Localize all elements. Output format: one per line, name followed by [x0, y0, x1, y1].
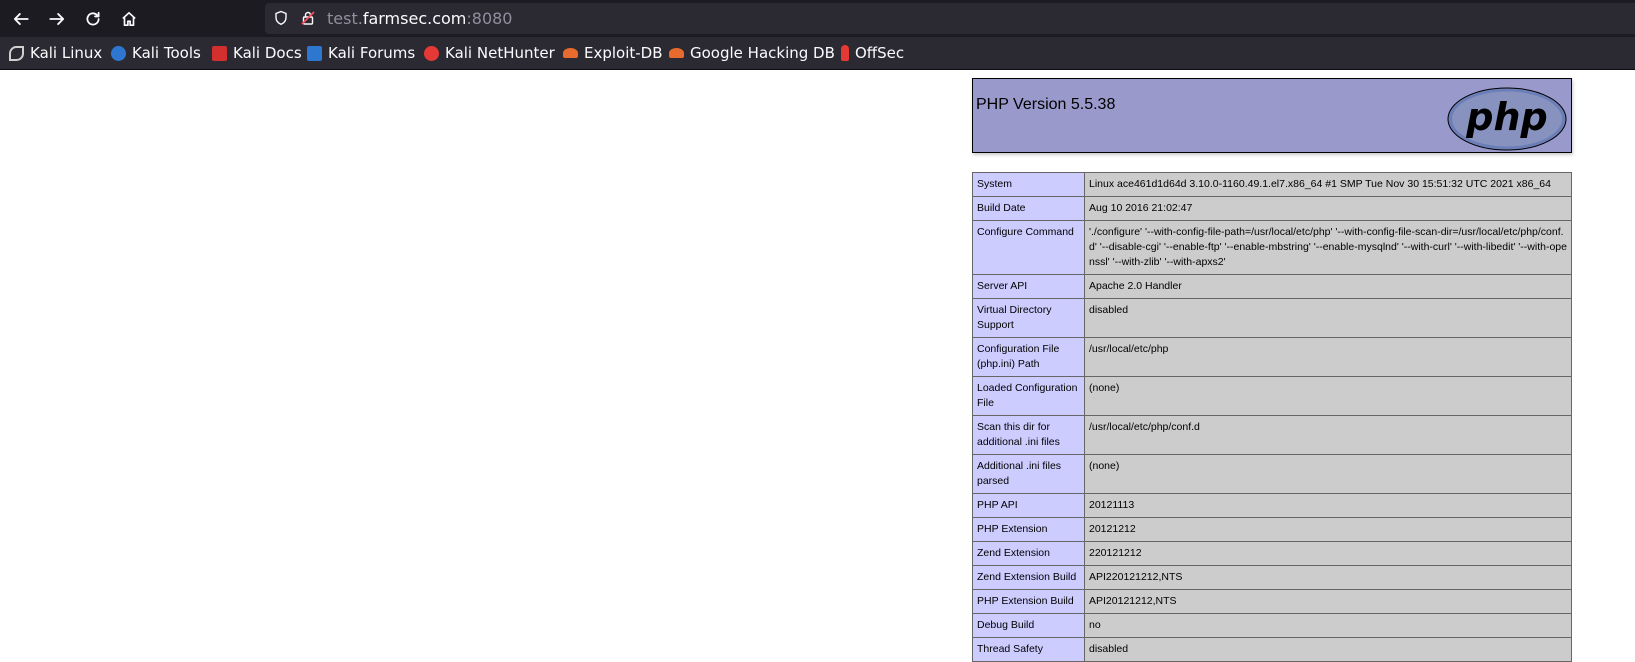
row-key: Loaded Configuration File — [972, 376, 1085, 416]
row-key: System — [972, 172, 1085, 197]
row-value: Aug 10 2016 21:02:47 — [1084, 196, 1572, 221]
bookmark-kali-tools[interactable]: Kali Tools — [111, 42, 201, 64]
row-value: './configure' '--with-config-file-path=/… — [1084, 220, 1572, 275]
row-value: Apache 2.0 Handler — [1084, 274, 1572, 299]
table-row: Loaded Configuration File (none) — [972, 376, 1572, 416]
row-value: no — [1084, 613, 1572, 638]
bookmarks-bar: Kali Linux Kali Tools Kali Docs Kali For… — [0, 37, 1635, 70]
url-host-prefix: test. — [327, 9, 363, 28]
exploit-db-icon — [563, 48, 578, 58]
table-row: System Linux ace461d1d64d 3.10.0-1160.49.… — [972, 172, 1572, 197]
row-value: disabled — [1084, 637, 1572, 662]
ghdb-icon — [669, 48, 684, 58]
insecure-lock-icon[interactable] — [300, 10, 316, 26]
url-host-domain: farmsec.com — [362, 9, 467, 28]
table-row: Scan this dir for additional .ini files /… — [972, 415, 1572, 455]
row-key: PHP API — [972, 493, 1085, 518]
php-logo-text: php — [1465, 95, 1547, 139]
row-key: PHP Extension Build — [972, 589, 1085, 614]
table-row: Configuration File (php.ini) Path/usr/lo… — [972, 337, 1572, 377]
table-row: Zend Extension 220121212 — [972, 541, 1572, 566]
bookmark-label: Exploit-DB — [584, 44, 663, 62]
table-row: Thread Safety disabled — [972, 637, 1572, 662]
bookmark-label: Google Hacking DB — [690, 44, 835, 62]
arrow-right-icon — [49, 13, 65, 25]
kali-tools-icon — [111, 45, 126, 61]
table-row: Configure Command './configure' '--with-c… — [972, 220, 1572, 275]
bookmark-offsec[interactable]: OffSec — [841, 42, 904, 64]
row-key: Zend Extension Build — [972, 565, 1085, 590]
home-button[interactable] — [116, 6, 142, 32]
bookmark-exploit-db[interactable]: Exploit-DB — [563, 42, 663, 64]
bookmark-kali-linux[interactable]: Kali Linux — [9, 42, 102, 64]
row-key: Thread Safety — [972, 637, 1085, 662]
row-value: disabled — [1084, 298, 1572, 338]
offsec-icon — [841, 45, 849, 61]
row-value: (none) — [1084, 376, 1572, 416]
url-bar[interactable]: test.farmsec.com:8080 — [265, 3, 1635, 34]
url-text[interactable]: test.farmsec.com:8080 — [327, 9, 512, 28]
row-key: Virtual Directory Support — [972, 298, 1085, 338]
row-key: Scan this dir for additional .ini files — [972, 415, 1085, 455]
row-value: API220121212,NTS — [1084, 565, 1572, 590]
browser-toolbar: test.farmsec.com:8080 — [0, 0, 1635, 37]
phpinfo-page: PHP Version 5.5.38 php System Linux ace46… — [972, 78, 1572, 662]
bookmark-google-hacking-db[interactable]: Google Hacking DB — [669, 42, 835, 64]
bookmark-label: Kali Forums — [328, 44, 416, 62]
row-value: 220121212 — [1084, 541, 1572, 566]
bookmark-label: OffSec — [855, 44, 905, 62]
bookmark-label: Kali NetHunter — [445, 44, 555, 62]
reload-button[interactable] — [80, 6, 106, 32]
row-key: Build Date — [972, 196, 1085, 221]
reload-icon — [86, 11, 100, 26]
kali-docs-icon — [212, 45, 227, 61]
back-button[interactable] — [8, 6, 34, 32]
row-value: Linux ace461d1d64d 3.10.0-1160.49.1.el7.… — [1084, 172, 1572, 197]
arrow-left-icon — [13, 13, 29, 25]
row-value: /usr/local/etc/php/conf.d — [1084, 415, 1572, 455]
bookmark-label: Kali Linux — [30, 44, 103, 62]
php-logo-icon[interactable]: php — [1447, 87, 1567, 151]
page-title: PHP Version 5.5.38 — [976, 96, 1116, 113]
table-row: Additional .ini files parsed (none) — [972, 454, 1572, 494]
table-row: Zend Extension Build API220121212,NTS — [972, 565, 1572, 590]
home-icon — [122, 11, 136, 27]
row-key: Additional .ini files parsed — [972, 454, 1085, 494]
row-key: Server API — [972, 274, 1085, 299]
row-key: Configuration File (php.ini) Path — [972, 337, 1085, 377]
row-value: /usr/local/etc/php — [1084, 337, 1572, 377]
table-row: Virtual Directory Support disabled — [972, 298, 1572, 338]
kali-dragon-icon — [9, 45, 24, 61]
row-key: PHP Extension — [972, 517, 1085, 542]
row-value: API20121212,NTS — [1084, 589, 1572, 614]
row-value: 20121113 — [1084, 493, 1572, 518]
row-value: 20121212 — [1084, 517, 1572, 542]
row-key: Configure Command — [972, 220, 1085, 275]
bookmark-kali-nethunter[interactable]: Kali NetHunter — [424, 42, 555, 64]
shield-icon[interactable] — [273, 10, 289, 26]
table-row: PHP Extension 20121212 — [972, 517, 1572, 542]
kali-forums-icon — [307, 45, 322, 61]
bookmark-label: Kali Tools — [132, 44, 201, 62]
bookmark-kali-docs[interactable]: Kali Docs — [212, 42, 302, 64]
kali-nethunter-icon — [424, 45, 439, 61]
bookmark-label: Kali Docs — [233, 44, 302, 62]
table-row: Build Date Aug 10 2016 21:02:47 — [972, 196, 1572, 221]
table-row: PHP Extension Build API20121212,NTS — [972, 589, 1572, 614]
bookmark-kali-forums[interactable]: Kali Forums — [307, 42, 415, 64]
row-value: (none) — [1084, 454, 1572, 494]
table-row: Server API Apache 2.0 Handler — [972, 274, 1572, 299]
phpinfo-table: System Linux ace461d1d64d 3.10.0-1160.49.… — [972, 172, 1572, 662]
table-row: Debug Build no — [972, 613, 1572, 638]
row-key: Zend Extension — [972, 541, 1085, 566]
url-port: :8080 — [466, 9, 513, 28]
row-key: Debug Build — [972, 613, 1085, 638]
table-row: PHP API 20121113 — [972, 493, 1572, 518]
forward-button[interactable] — [44, 6, 70, 32]
php-version-header: PHP Version 5.5.38 php — [972, 78, 1572, 153]
